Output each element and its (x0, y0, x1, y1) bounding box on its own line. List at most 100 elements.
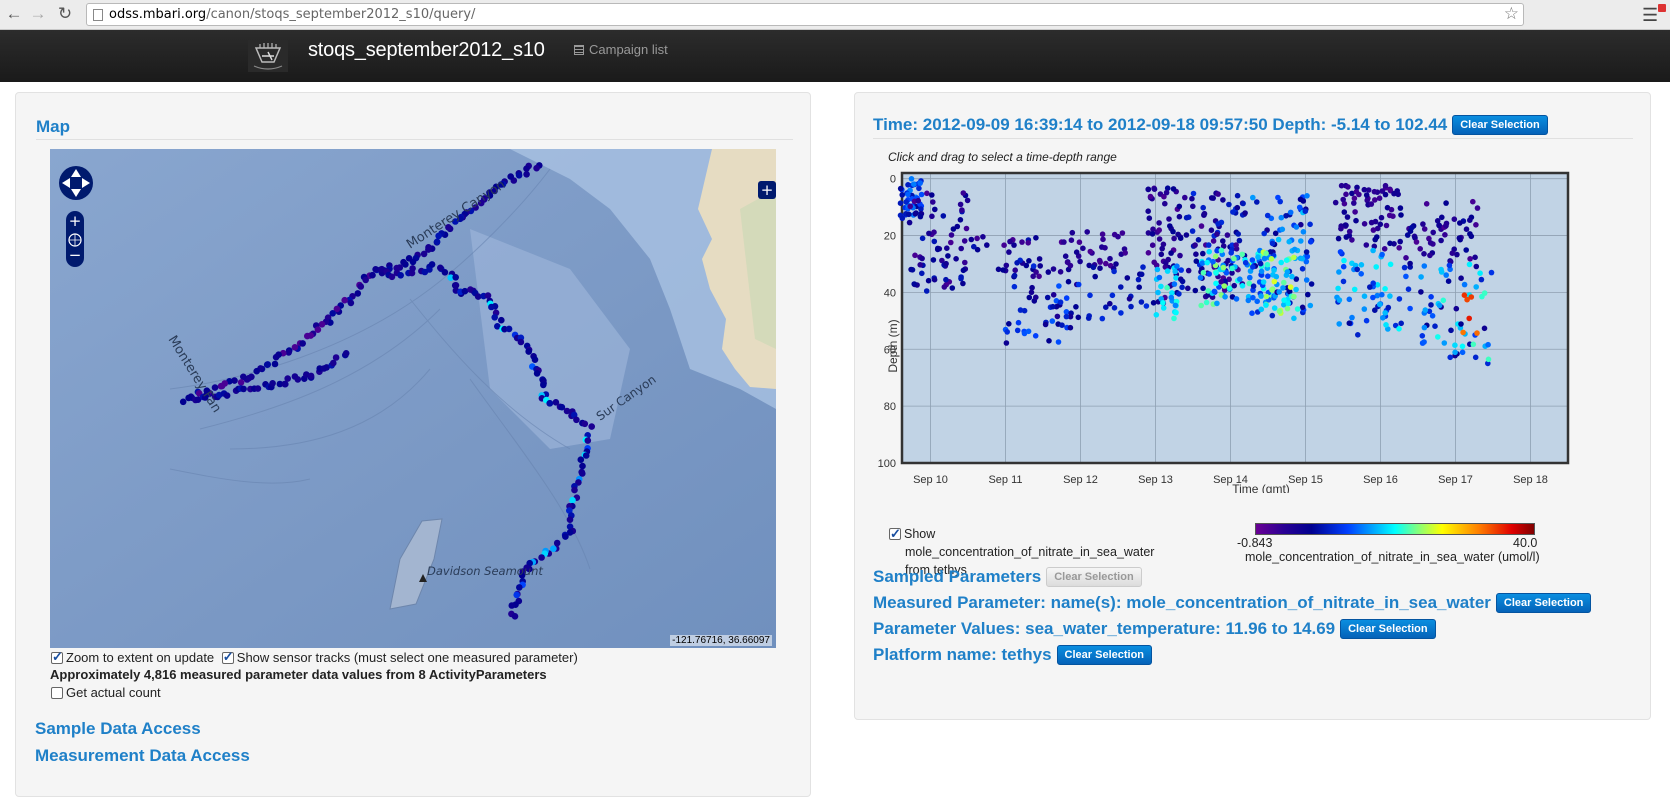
clear-platform-button[interactable]: Clear Selection (1056, 645, 1153, 665)
sample-data-access-link[interactable]: Sample Data Access (35, 719, 201, 739)
colorbar-label: mole_concentration_of_nitrate_in_sea_wat… (1245, 550, 1540, 564)
track-point (428, 261, 436, 268)
data-point (1278, 214, 1285, 221)
data-point (1154, 266, 1161, 273)
data-point (1351, 200, 1357, 206)
data-point (1092, 273, 1098, 280)
data-point (1451, 216, 1458, 222)
data-point (1222, 294, 1228, 300)
clear-sampled-button[interactable]: Clear Selection (1046, 567, 1142, 587)
bookmark-star-icon[interactable]: ☆ (1504, 4, 1519, 25)
sensor-tracks-checkbox[interactable] (221, 649, 234, 665)
data-point (1228, 250, 1234, 256)
plot-hint: Click and drag to select a time-depth ra… (888, 150, 1117, 164)
forward-arrow-icon[interactable]: → (28, 4, 48, 24)
data-point (1138, 271, 1145, 278)
data-point (1276, 289, 1282, 295)
platform-name-heading[interactable]: Platform name: tethys (873, 645, 1052, 664)
data-point (1212, 253, 1219, 260)
data-point (1156, 236, 1163, 242)
map-view[interactable]: Monterey Canyon Monterey Fan Sur Canyon … (50, 149, 776, 648)
data-point (1208, 195, 1215, 201)
data-point (1085, 315, 1092, 321)
measured-parameter-heading[interactable]: Measured Parameter: name(s): mole_concen… (873, 593, 1491, 612)
data-point (1245, 297, 1252, 304)
data-point (1460, 329, 1466, 336)
data-point (1340, 278, 1347, 285)
data-point (1017, 307, 1024, 313)
data-point (1463, 226, 1470, 232)
data-point (1015, 319, 1022, 326)
data-point (1432, 323, 1438, 329)
map-canvas[interactable]: Monterey Canyon Monterey Fan Sur Canyon … (50, 149, 776, 648)
layer-switcher-icon[interactable]: + (758, 181, 776, 199)
data-point (1453, 305, 1460, 312)
data-point (944, 245, 950, 251)
data-point (1007, 238, 1013, 245)
campaign-title[interactable]: stoqs_september2012_s10 (308, 39, 545, 62)
parameter-values-heading[interactable]: Parameter Values: sea_water_temperature:… (873, 619, 1335, 638)
clear-measured-button[interactable]: Clear Selection (1495, 593, 1592, 613)
clear-time-depth-button[interactable]: Clear Selection (1452, 115, 1548, 135)
data-point (1335, 285, 1341, 292)
data-point (1286, 238, 1292, 245)
clear-values-button[interactable]: Clear Selection (1340, 619, 1436, 639)
data-point (1170, 228, 1176, 235)
data-point (1485, 356, 1492, 363)
data-point (1291, 315, 1297, 322)
reload-icon[interactable]: ↻ (55, 4, 75, 24)
data-point (1164, 268, 1171, 274)
data-point (1195, 237, 1202, 243)
data-point (1067, 262, 1074, 269)
show-platform-checkbox[interactable] (889, 525, 901, 543)
data-point (1477, 270, 1483, 276)
data-point (1260, 279, 1267, 285)
browser-menu-icon[interactable]: ☰ (1642, 4, 1666, 25)
data-point (1421, 324, 1428, 331)
y-tick-label: 40 (884, 287, 896, 299)
pan-control[interactable] (59, 166, 93, 200)
data-point (1293, 224, 1300, 230)
campaign-list-link[interactable]: Campaign list (574, 42, 668, 57)
zoom-control[interactable]: + − (66, 211, 84, 267)
data-point (1126, 296, 1133, 302)
track-point (299, 340, 306, 347)
x-tick-label: Sep 18 (1513, 474, 1548, 486)
track-point (369, 271, 376, 279)
data-point (1049, 318, 1056, 324)
address-bar[interactable]: odss.mbari.org/canon/stoqs_september2012… (86, 3, 1524, 26)
map-heading[interactable]: Map (36, 117, 70, 137)
actual-count-checkbox[interactable] (51, 687, 63, 699)
track-point (569, 496, 576, 504)
data-point (1298, 238, 1304, 244)
data-point (1050, 292, 1057, 298)
zoom-extent-checkbox[interactable] (51, 649, 63, 665)
data-point (1459, 343, 1466, 350)
data-point (1111, 305, 1118, 311)
data-point (1373, 264, 1379, 270)
measurement-data-access-link[interactable]: Measurement Data Access (35, 746, 250, 766)
time-depth-text[interactable]: Time: 2012-09-09 16:39:14 to 2012-09-18 … (873, 115, 1447, 134)
x-axis-label: Time (gmt) (1232, 482, 1290, 493)
data-point (1422, 307, 1429, 313)
data-point (1109, 292, 1116, 299)
track-point (263, 361, 271, 368)
colorbar-gradient (1255, 523, 1535, 535)
stoqs-logo-icon[interactable] (248, 40, 288, 72)
data-point (1250, 194, 1256, 201)
site-navbar: stoqs_september2012_s10 Campaign list (0, 30, 1670, 82)
data-point (1205, 242, 1212, 248)
data-point (1269, 240, 1276, 247)
track-point (441, 269, 449, 276)
data-point (1151, 186, 1158, 192)
data-point (1361, 221, 1368, 227)
data-point (1263, 302, 1269, 308)
track-point (217, 382, 225, 390)
data-point (974, 235, 980, 242)
sampled-parameters-heading[interactable]: Sampled Parameters (873, 567, 1041, 586)
data-point (1466, 315, 1472, 322)
back-arrow-icon[interactable]: ← (4, 4, 24, 24)
data-point (962, 259, 968, 266)
depth-time-plot[interactable]: Sep 10 Sep 11 Sep 12 Sep 13 Sep 14 Sep 15 Sep … (855, 163, 1652, 493)
data-point (1407, 305, 1413, 312)
